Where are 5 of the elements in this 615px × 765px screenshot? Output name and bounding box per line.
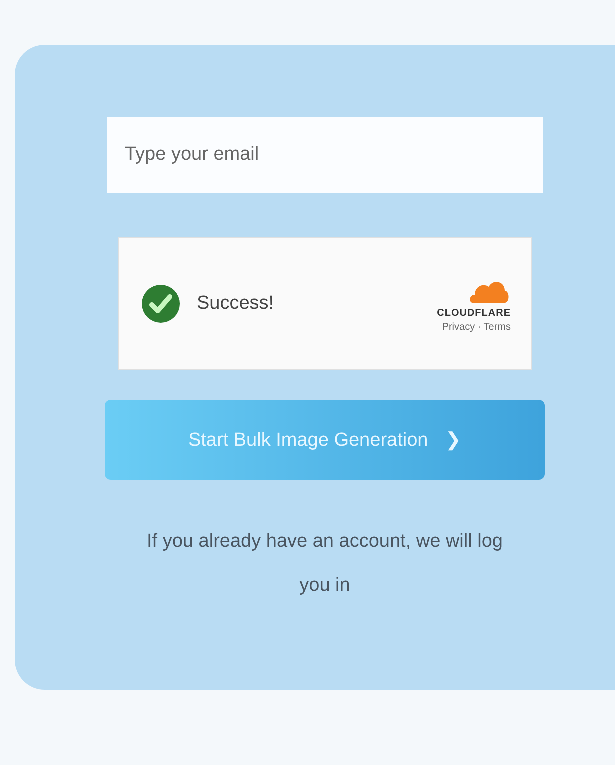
email-field[interactable]: Type your email	[107, 117, 543, 193]
brand-name: CLOUDFLARE	[437, 308, 511, 318]
login-note: If you already have an account, we will log you in	[146, 530, 504, 598]
captcha-status: Success!	[197, 292, 274, 314]
privacy-terms-link[interactable]: Privacy · Terms	[442, 322, 511, 332]
